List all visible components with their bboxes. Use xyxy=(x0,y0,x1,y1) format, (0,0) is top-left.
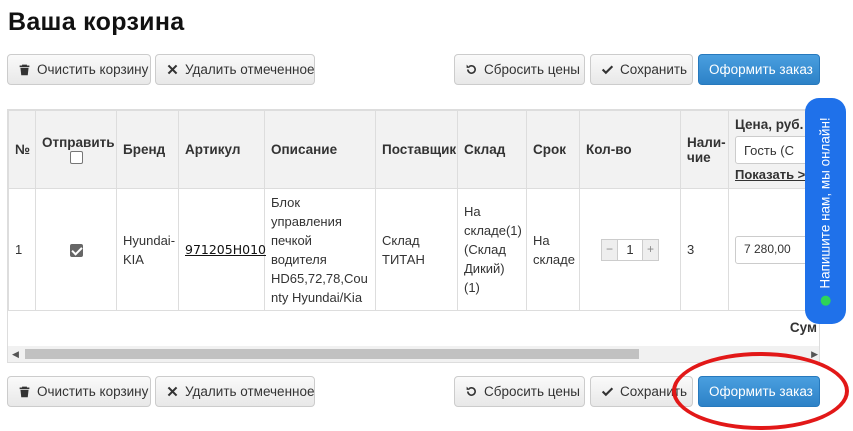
row-article: 971205H010 xyxy=(178,188,266,311)
delete-marked-button-top[interactable]: Удалить отмеченное xyxy=(155,54,315,85)
close-icon xyxy=(166,63,179,77)
cart-table: № Отправить Бренд Артикул Описание Поста… xyxy=(7,109,820,363)
row-send xyxy=(35,188,117,311)
clear-cart-button-top[interactable]: Очистить корзину xyxy=(7,54,151,85)
row-warehouse: На складе(1) (Склад Дикий)(1) xyxy=(457,188,527,311)
decrement-button[interactable]: − xyxy=(602,239,617,260)
row-checkbox[interactable] xyxy=(69,244,83,258)
row-brand: Hyundai- KIA xyxy=(116,188,179,311)
online-chat-widget[interactable]: Напишите нам, мы онлайн! xyxy=(805,98,846,324)
trash-icon xyxy=(18,63,31,77)
col-term: Срок xyxy=(526,110,580,189)
sum-row: Сум xyxy=(8,310,819,346)
price-type-select[interactable]: Гость (С xyxy=(735,136,811,164)
page-title: Ваша корзина xyxy=(8,8,185,36)
trash-icon xyxy=(18,385,31,399)
check-icon xyxy=(601,63,614,77)
col-description: Описание xyxy=(264,110,376,189)
checkout-button-top[interactable]: Оформить заказ xyxy=(698,54,820,85)
table-header-row: № Отправить Бренд Артикул Описание Поста… xyxy=(8,110,819,189)
refresh-icon xyxy=(465,385,478,399)
highlight-circle xyxy=(672,352,849,430)
save-button-top[interactable]: Сохранить xyxy=(590,54,693,85)
close-icon xyxy=(166,385,179,399)
reset-prices-button-top[interactable]: Сбросить цены xyxy=(454,54,585,85)
online-status-icon xyxy=(820,295,831,306)
row-stock: 3 xyxy=(680,188,729,311)
col-num: № xyxy=(8,110,36,189)
quantity-stepper[interactable]: − 1 + xyxy=(601,238,659,261)
article-link[interactable]: 971205H010 xyxy=(185,242,266,257)
scroll-thumb[interactable] xyxy=(25,349,639,359)
refresh-icon xyxy=(465,63,478,77)
row-num: 1 xyxy=(8,188,36,311)
chat-label: Напишите нам, мы онлайн! xyxy=(818,116,834,289)
clear-cart-button-bottom[interactable]: Очистить корзину xyxy=(7,376,151,407)
horizontal-scrollbar[interactable]: ◀ ▶ xyxy=(8,346,819,362)
row-qty: − 1 + xyxy=(579,188,681,311)
delete-marked-button-bottom[interactable]: Удалить отмеченное xyxy=(155,376,315,407)
table-row: 1 Hyundai- KIA 971205H010 Блок управлени… xyxy=(8,188,819,311)
select-all-checkbox[interactable] xyxy=(69,151,83,165)
check-icon xyxy=(601,385,614,399)
col-qty: Кол-во xyxy=(579,110,681,189)
col-stock: Нали- чие xyxy=(680,110,729,189)
col-send: Отправить xyxy=(35,110,117,189)
scroll-left-icon[interactable]: ◀ xyxy=(12,349,19,360)
row-description: Блок управления печкой водителя HD65,72,… xyxy=(264,188,376,311)
row-term: На складе xyxy=(526,188,580,311)
increment-button[interactable]: + xyxy=(643,239,658,260)
reset-prices-button-bottom[interactable]: Сбросить цены xyxy=(454,376,585,407)
col-warehouse: Склад xyxy=(457,110,527,189)
col-brand: Бренд xyxy=(116,110,179,189)
row-supplier: Склад ТИТАН xyxy=(375,188,458,311)
col-supplier: Поставщик xyxy=(375,110,458,189)
quantity-value[interactable]: 1 xyxy=(617,239,643,260)
col-article: Артикул xyxy=(178,110,265,189)
